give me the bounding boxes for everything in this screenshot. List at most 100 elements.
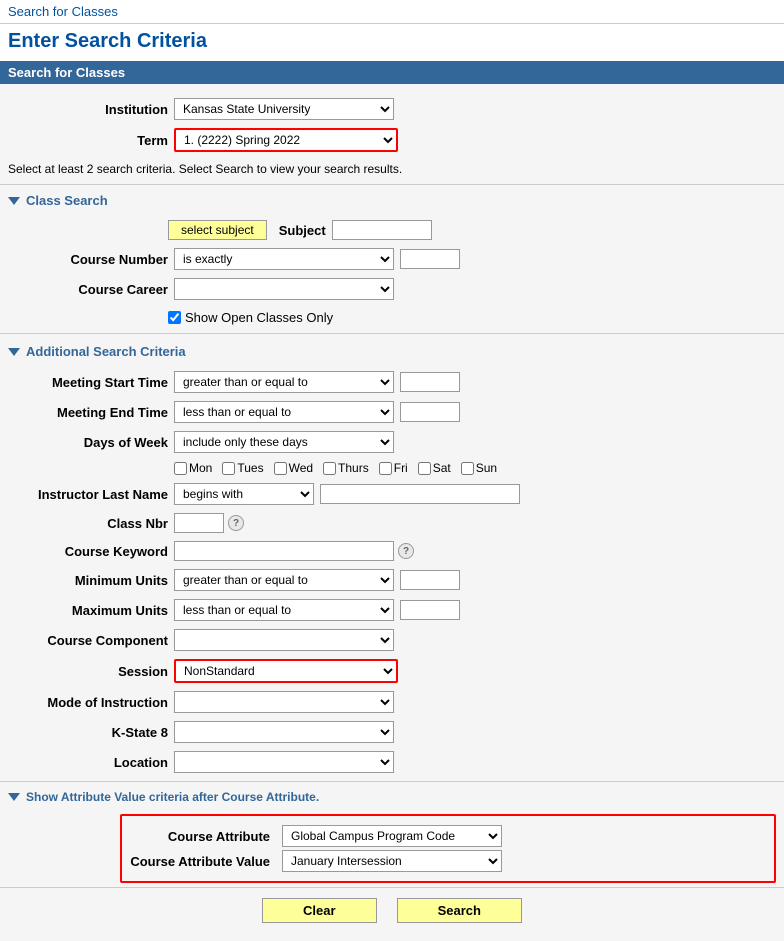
day-wed[interactable]: Wed [274,461,313,475]
course-component-row: Course Component [0,627,784,653]
course-attribute-row: Course Attribute Global Campus Program C… [130,825,766,847]
mode-of-instruction-label: Mode of Instruction [8,695,168,710]
institution-label: Institution [8,102,168,117]
attribute-collapse-arrow-icon [8,793,20,801]
location-select[interactable] [174,751,394,773]
maximum-units-input[interactable] [400,600,460,620]
day-wed-checkbox[interactable] [274,462,287,475]
day-mon-checkbox[interactable] [174,462,187,475]
minimum-units-operator[interactable]: greater than or equal to [174,569,394,591]
meeting-start-time-label: Meeting Start Time [8,375,168,390]
day-mon[interactable]: Mon [174,461,212,475]
course-attribute-label: Course Attribute [130,829,270,844]
maximum-units-row: Maximum Units less than or equal to [0,597,784,623]
course-attribute-value-label: Course Attribute Value [130,854,270,869]
page-container: Search for Classes Enter Search Criteria… [0,0,784,941]
additional-search-header[interactable]: Additional Search Criteria [0,338,784,365]
form-area: Institution Kansas State University Term… [0,84,784,941]
institution-row: Institution Kansas State University [0,96,784,122]
kstate8-select[interactable] [174,721,394,743]
show-open-classes-row: Show Open Classes Only [0,306,784,329]
breadcrumb: Search for Classes [0,0,784,24]
clear-button[interactable]: Clear [262,898,377,923]
location-row: Location [0,749,784,775]
location-label: Location [8,755,168,770]
term-row: Term 1. (2222) Spring 2022 [0,126,784,154]
day-thurs-checkbox[interactable] [323,462,336,475]
page-title: Enter Search Criteria [8,30,776,53]
days-of-week-operator[interactable]: include only these days [174,431,394,453]
day-sat[interactable]: Sat [418,461,451,475]
search-button[interactable]: Search [397,898,522,923]
additional-collapse-arrow-icon [8,348,20,356]
button-row: Clear Search [0,887,784,933]
day-fri[interactable]: Fri [379,461,408,475]
day-fri-checkbox[interactable] [379,462,392,475]
instruction-text: Select at least 2 search criteria. Selec… [0,158,784,182]
class-nbr-row: Class Nbr ? [0,511,784,535]
days-of-week-checkboxes: Mon Tues Wed Thurs Fri Sat Sun [0,459,784,477]
meeting-start-time-operator[interactable]: greater than or equal to [174,371,394,393]
day-thurs[interactable]: Thurs [323,461,369,475]
class-nbr-help-icon[interactable]: ? [228,515,244,531]
meeting-start-time-input[interactable] [400,372,460,392]
kstate8-label: K-State 8 [8,725,168,740]
collapse-arrow-icon [8,197,20,205]
day-tues[interactable]: Tues [222,461,263,475]
course-keyword-help-icon[interactable]: ? [398,543,414,559]
course-career-row: Course Career [0,276,784,302]
attribute-header[interactable]: Show Attribute Value criteria after Cour… [0,784,784,810]
day-tues-checkbox[interactable] [222,462,235,475]
minimum-units-input[interactable] [400,570,460,590]
meeting-end-time-input[interactable] [400,402,460,422]
course-keyword-input[interactable] [174,541,394,561]
course-component-label: Course Component [8,633,168,648]
course-career-label: Course Career [8,282,168,297]
class-nbr-input[interactable] [174,513,224,533]
course-career-select[interactable] [174,278,394,300]
minimum-units-label: Minimum Units [8,573,168,588]
course-attribute-value-select[interactable]: January Intersession [282,850,502,872]
session-highlight: NonStandard [174,659,398,683]
course-component-select[interactable] [174,629,394,651]
days-of-week-select-row: Days of Week include only these days [0,429,784,455]
session-row: Session NonStandard [0,657,784,685]
select-subject-button[interactable]: select subject [168,220,267,240]
minimum-units-row: Minimum Units greater than or equal to [0,567,784,593]
meeting-start-time-row: Meeting Start Time greater than or equal… [0,369,784,395]
subject-input[interactable] [332,220,432,240]
term-select[interactable]: 1. (2222) Spring 2022 [176,130,396,150]
show-open-classes-checkbox[interactable] [168,311,181,324]
course-attribute-section: Course Attribute Global Campus Program C… [120,814,776,883]
day-sun[interactable]: Sun [461,461,497,475]
maximum-units-operator[interactable]: less than or equal to [174,599,394,621]
course-number-input[interactable] [400,249,460,269]
instructor-last-name-row: Instructor Last Name begins with [0,481,784,507]
show-open-classes-label: Show Open Classes Only [185,310,333,325]
session-select[interactable]: NonStandard [176,661,396,681]
subject-label: Subject [279,223,326,238]
meeting-end-time-row: Meeting End Time less than or equal to [0,399,784,425]
meeting-end-time-operator[interactable]: less than or equal to [174,401,394,423]
term-highlight: 1. (2222) Spring 2022 [174,128,398,152]
instructor-last-name-input[interactable] [320,484,520,504]
meeting-end-time-label: Meeting End Time [8,405,168,420]
session-label: Session [8,664,168,679]
course-number-label: Course Number [8,252,168,267]
instructor-last-name-operator[interactable]: begins with [174,483,314,505]
institution-select[interactable]: Kansas State University [174,98,394,120]
mode-of-instruction-select[interactable] [174,691,394,713]
kstate8-row: K-State 8 [0,719,784,745]
course-number-row: Course Number is exactly [0,246,784,272]
class-search-header[interactable]: Class Search [0,187,784,214]
mode-of-instruction-row: Mode of Instruction [0,689,784,715]
subject-row: select subject Subject [0,218,784,242]
course-attribute-select[interactable]: Global Campus Program Code [282,825,502,847]
section-header: Search for Classes [0,61,784,84]
day-sun-checkbox[interactable] [461,462,474,475]
course-number-operator[interactable]: is exactly [174,248,394,270]
maximum-units-label: Maximum Units [8,603,168,618]
page-title-bar: Enter Search Criteria [0,24,784,61]
breadcrumb-link[interactable]: Search for Classes [8,4,118,19]
day-sat-checkbox[interactable] [418,462,431,475]
